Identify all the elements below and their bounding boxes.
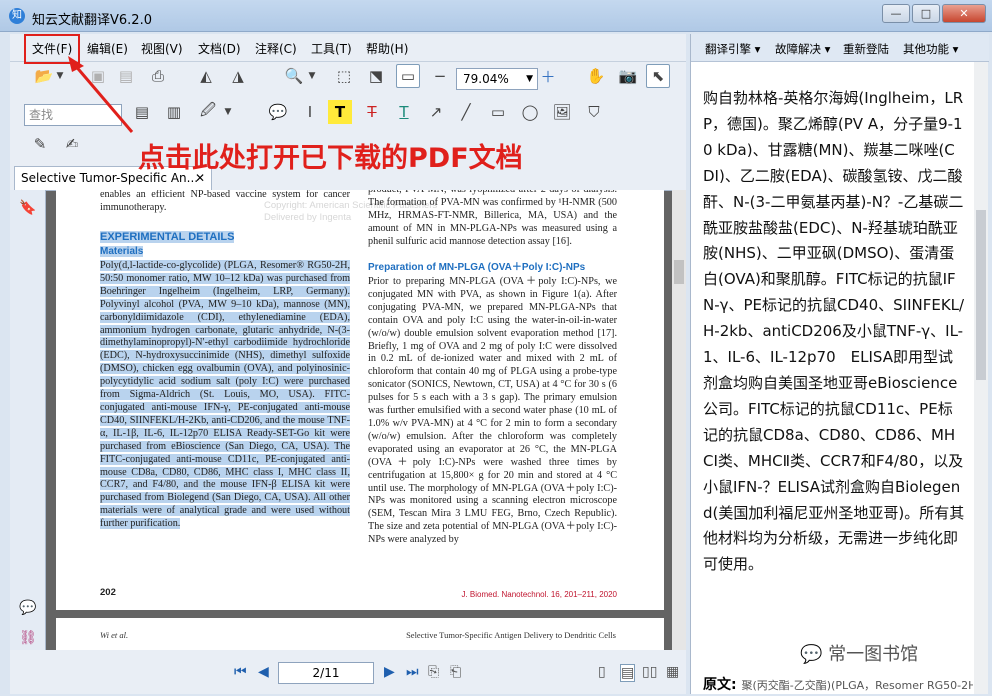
maximize-button[interactable]: □ [912,4,940,23]
translation-toolbar: 翻译引擎 ▾ 故障解决 ▾ 重新登陆 其他功能 ▾ [691,34,989,62]
translation-scrollbar[interactable] [974,62,988,694]
go-back-icon[interactable]: ⎘ [428,664,439,680]
troubleshoot-menu[interactable]: 故障解决 ▾ [775,41,830,57]
scroll-thumb[interactable] [674,260,684,284]
comments-panel-icon[interactable]: 💬 [18,600,38,620]
watermark-brand: 常一图书馆 [828,644,919,665]
pdf-scrollbar[interactable] [672,190,686,650]
original-snippet: 聚(丙交酯-乙交酯)(PLGA，Resomer RG50-2H [741,679,973,692]
last-page-icon[interactable]: ⏭ [406,664,419,680]
original-label: 原文: [703,677,737,693]
instruction-annotation: 点击此处打开已下载的PDF文档 [138,143,523,174]
continuous-view-icon[interactable]: ▤ [620,664,636,682]
translation-text[interactable]: 购自勃林格-英格尔海姆(Inglheim，LRP，德国)。聚乙烯醇(PV A，分… [703,86,965,578]
wechat-icon: 💬 [800,644,823,665]
app-logo-icon: 知 [9,8,25,24]
relogin-button[interactable]: 重新登陆 [843,41,889,57]
other-functions-menu[interactable]: 其他功能 ▾ [903,41,958,57]
page-number: 202 [100,587,116,598]
running-author: Wi et al. [100,630,129,640]
window-title: 知云文献翻译V6.2.0 [32,13,152,28]
wechat-watermark: 💬 常一图书馆 [800,640,918,666]
page-navigation: ⏮ ◀ 2/11 ▶ ⏭ ⎘ ⎗ ▯ ▤ ▯▯ ▦ [10,652,686,694]
facing-view-icon[interactable]: ▯▯ [642,664,657,680]
close-button[interactable]: ✕ [942,4,986,23]
running-title: Selective Tumor-Specific Antigen Deliver… [406,630,616,640]
links-icon[interactable]: ⛓ [18,630,38,650]
previous-page-icon[interactable]: ◀ [258,664,269,680]
go-forward-icon[interactable]: ⎗ [450,664,461,680]
single-page-view-icon[interactable]: ▯ [598,664,606,680]
subsection-heading: Materials [100,246,144,257]
first-page-icon[interactable]: ⏮ [234,664,247,680]
materials-paragraph[interactable]: Poly(d,l-lactide-co-glycolide) (PLGA, Re… [100,260,350,530]
translation-engine-menu[interactable]: 翻译引擎 ▾ [705,41,760,57]
page-number-input[interactable]: 2/11 [278,662,374,684]
preparation-heading: Preparation of MN-PLGA (OVA＋Poly I:C)-NP… [368,262,586,273]
translation-pane: 翻译引擎 ▾ 故障解决 ▾ 重新登陆 其他功能 ▾ 购自勃林格-英格尔海姆(In… [690,34,989,694]
pdf-page: Copyright: American Scientific Publisher… [56,190,664,610]
title-bar: 知 知云文献翻译V6.2.0 — □ ✕ [0,0,992,32]
next-page-icon[interactable]: ▶ [384,664,395,680]
pdf-next-page: Wi et al. Selective Tumor-Specific Antig… [56,618,664,650]
scroll-thumb[interactable] [976,210,986,380]
side-panel-strip: 🔖 💬 ⛓ 📎 [10,190,46,678]
original-text-row: 原文: 聚(丙交酯-乙交酯)(PLGA，Resomer RG50-2H [703,674,973,694]
annotation-arrow-icon [68,56,134,133]
preparation-paragraph: Prior to preparing MN-PLGA (OVA＋poly I:C… [368,276,617,546]
pdf-pane: 文件(F) 编辑(E) 视图(V) 文档(D) 注释(C) 工具(T) 帮助(H… [10,34,686,694]
continuous-facing-view-icon[interactable]: ▦ [666,664,679,680]
minimize-button[interactable]: — [882,4,910,23]
journal-citation: J. Biomed. Nanotechnol. 16, 201–211, 202… [461,590,617,599]
